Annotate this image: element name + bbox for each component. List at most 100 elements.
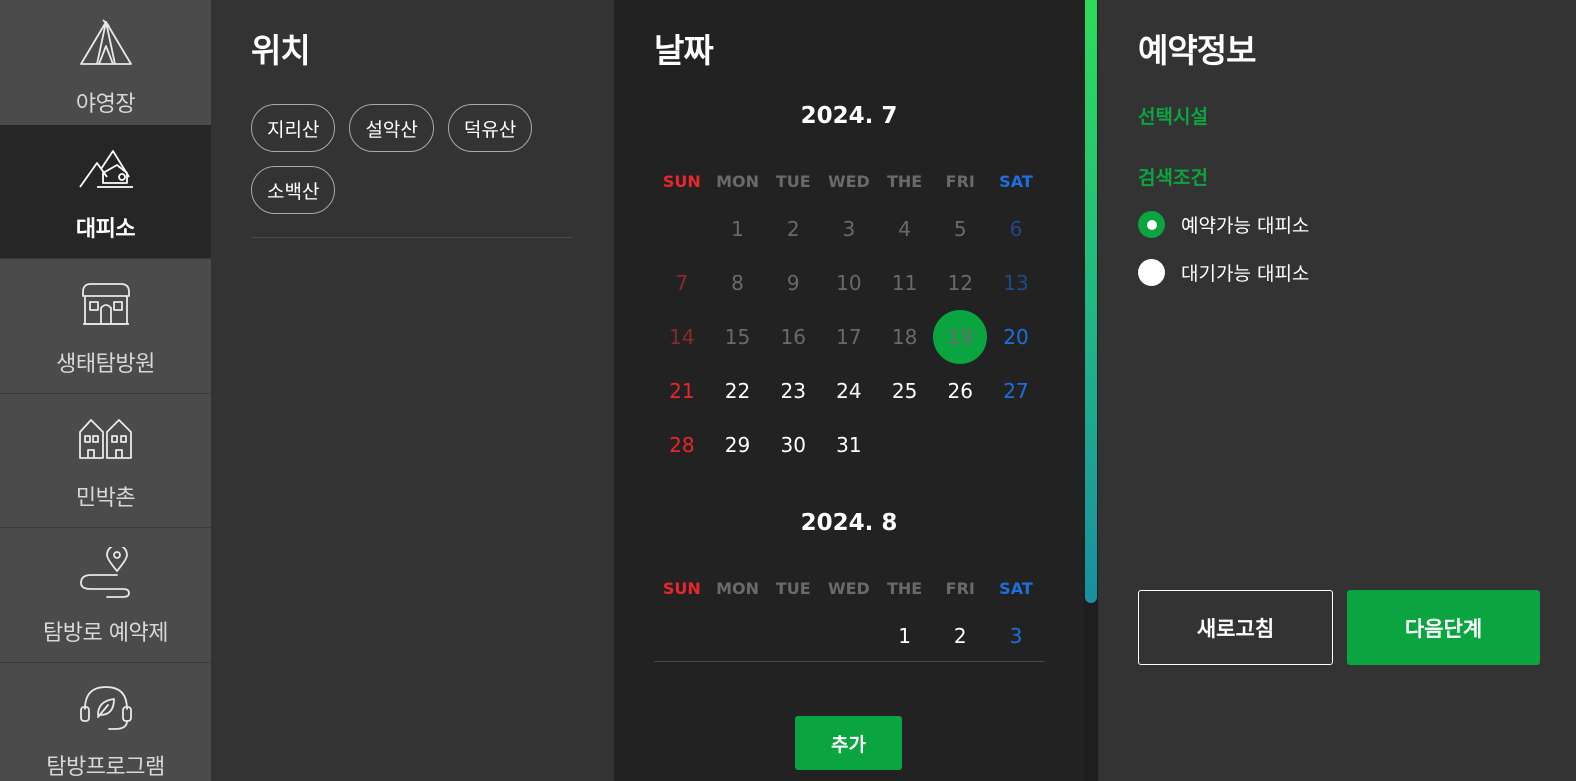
- calendar-day[interactable]: 27: [988, 364, 1044, 418]
- sidebar-item-shelter[interactable]: 대피소: [0, 125, 211, 259]
- weekday-label: FRI: [945, 172, 975, 191]
- sidebar-item-label: 탐방로 예약제: [43, 621, 168, 646]
- calendar-day-empty: [821, 609, 877, 663]
- weekday-label: MON: [716, 172, 759, 191]
- calendar-week-row: 123456: [654, 202, 1044, 256]
- calendar-day[interactable]: 13: [988, 256, 1044, 310]
- calendar-day[interactable]: 15: [710, 310, 766, 364]
- radio-button[interactable]: [1138, 259, 1165, 286]
- sidebar-item-eco-lodge[interactable]: 생태탐방원: [0, 260, 211, 394]
- calendar-day-today[interactable]: 19: [932, 310, 988, 364]
- location-chip[interactable]: 지리산: [251, 104, 336, 152]
- weekday-label: SAT: [999, 579, 1033, 598]
- next-step-button[interactable]: 다음단계: [1347, 590, 1540, 665]
- scrollbar-thumb[interactable]: [1085, 0, 1097, 603]
- refresh-button[interactable]: 새로고침: [1138, 590, 1333, 665]
- reservation-app: 야영장 대피소 생태탐방원 민박촌 탐방로 예약제 탐방프로그램 위치 지리산 …: [0, 0, 1576, 781]
- calendar-day[interactable]: 24: [821, 364, 877, 418]
- weekday-label: SUN: [662, 579, 701, 598]
- weekday-label: TUE: [775, 579, 811, 598]
- calendar-day[interactable]: 26: [932, 364, 988, 418]
- location-chip-list: 지리산 설악산 덕유산 소백산: [251, 104, 581, 214]
- weekday-header-row: SUN MON TUE WED THE FRI SAT: [654, 579, 1044, 598]
- info-title: 예약정보: [1138, 31, 1256, 70]
- calendar-day[interactable]: 22: [710, 364, 766, 418]
- calendar-day[interactable]: 6: [988, 202, 1044, 256]
- sidebar-item-label: 야영장: [75, 92, 136, 117]
- calendar-day-empty: [988, 418, 1044, 472]
- month-title: 2024. 8: [800, 510, 898, 536]
- calendar-day[interactable]: 29: [710, 418, 766, 472]
- location-chip[interactable]: 설악산: [349, 104, 434, 152]
- location-chip[interactable]: 덕유산: [447, 104, 533, 152]
- weekday-label: THE: [886, 579, 923, 598]
- calendar-day[interactable]: 2: [765, 202, 821, 256]
- search-condition-label: 검색조건: [1138, 167, 1208, 189]
- calendar-day[interactable]: 14: [654, 310, 710, 364]
- calendar-day[interactable]: 23: [765, 364, 821, 418]
- calendar-day[interactable]: 18: [877, 310, 933, 364]
- calendar-week-row: 14 15 16 17 18 19 20: [654, 310, 1044, 364]
- calendar-week-row: 21 22 23 24 25 26 27: [654, 364, 1044, 418]
- radio-option-waitlist[interactable]: 대기가능 대피소: [1138, 259, 1309, 286]
- calendar-day[interactable]: 4: [877, 202, 933, 256]
- calendar-day[interactable]: 17: [821, 310, 877, 364]
- calendar-grid: SUN MON TUE WED THE FRI SAT 1 2 3 4 5 6 7 8 9 10 11 12 13 14…: [654, 172, 1044, 472]
- calendar-week-row: 28 29 30 31: [654, 418, 1044, 472]
- weekday-label: TUE: [775, 172, 811, 191]
- date-panel: 날짜 2024. 7 SUN MON TUE WED THE FRI SAT 1 2 3 4 5 6 7 8…: [614, 0, 1084, 781]
- houses-icon: [76, 410, 136, 466]
- weekday-label: WED: [827, 579, 870, 598]
- calendar-grid: SUN MON TUE WED THE FRI SAT 1 2 3: [654, 579, 1044, 663]
- shelter-icon: [76, 141, 136, 197]
- selected-facility-label: 선택시설: [1138, 106, 1208, 128]
- sidebar-item-minbak[interactable]: 민박촌: [0, 394, 211, 528]
- sidebar-item-campground[interactable]: 야영장: [0, 0, 211, 134]
- headset-leaf-icon: [76, 679, 136, 735]
- calendar-day[interactable]: 30: [765, 418, 821, 472]
- calendar-day[interactable]: 3: [821, 202, 877, 256]
- sidebar-item-trail-reservation[interactable]: 탐방로 예약제: [0, 529, 211, 663]
- weekday-header-row: SUN MON TUE WED THE FRI SAT: [654, 172, 1044, 191]
- calendar-day[interactable]: 11: [877, 256, 933, 310]
- radio-button[interactable]: [1138, 211, 1165, 238]
- calendar-day[interactable]: 12: [932, 256, 988, 310]
- date-title: 날짜: [654, 31, 714, 70]
- calendar-day[interactable]: 20: [988, 310, 1044, 364]
- calendar-day[interactable]: 9: [765, 256, 821, 310]
- calendar-day[interactable]: 10: [821, 256, 877, 310]
- sidebar-item-label: 탐방프로그램: [46, 755, 165, 780]
- location-panel: 위치 지리산 설악산 덕유산 소백산: [211, 0, 614, 781]
- calendar-day-empty: [710, 609, 766, 663]
- calendar-day[interactable]: 1: [710, 202, 766, 256]
- lodge-icon: [76, 276, 136, 332]
- calendar-day-empty: [654, 609, 710, 663]
- calendar-day[interactable]: 2: [932, 609, 988, 663]
- calendar-day-empty: [654, 202, 710, 256]
- calendar-day[interactable]: 21: [654, 364, 710, 418]
- calendar-day[interactable]: 3: [988, 609, 1044, 663]
- radio-label: 예약가능 대피소: [1181, 215, 1310, 237]
- calendar-day[interactable]: 1: [877, 609, 933, 663]
- calendar-day[interactable]: 31: [821, 418, 877, 472]
- calendar-day[interactable]: 5: [932, 202, 988, 256]
- calendar-week-row: 123: [654, 609, 1044, 663]
- tent-icon: [76, 16, 136, 72]
- trail-pin-icon: [76, 545, 136, 601]
- calendar-day[interactable]: 8: [710, 256, 766, 310]
- sidebar-item-program[interactable]: 탐방프로그램: [0, 663, 211, 781]
- sidebar: 야영장 대피소 생태탐방원 민박촌 탐방로 예약제 탐방프로그램: [0, 0, 211, 781]
- calendar-day[interactable]: 28: [654, 418, 710, 472]
- location-chip[interactable]: 소백산: [251, 166, 336, 214]
- weekday-label: WED: [827, 172, 870, 191]
- divider: [251, 237, 573, 238]
- radio-option-available[interactable]: 예약가능 대피소: [1138, 211, 1309, 238]
- weekday-label: FRI: [945, 579, 975, 598]
- calendar-day[interactable]: 7: [654, 256, 710, 310]
- calendar-day-empty: [932, 418, 988, 472]
- add-button[interactable]: 추가: [795, 716, 902, 770]
- month-title: 2024. 7: [800, 103, 898, 129]
- sidebar-item-label: 민박촌: [75, 486, 136, 511]
- calendar-day[interactable]: 16: [765, 310, 821, 364]
- calendar-day[interactable]: 25: [877, 364, 933, 418]
